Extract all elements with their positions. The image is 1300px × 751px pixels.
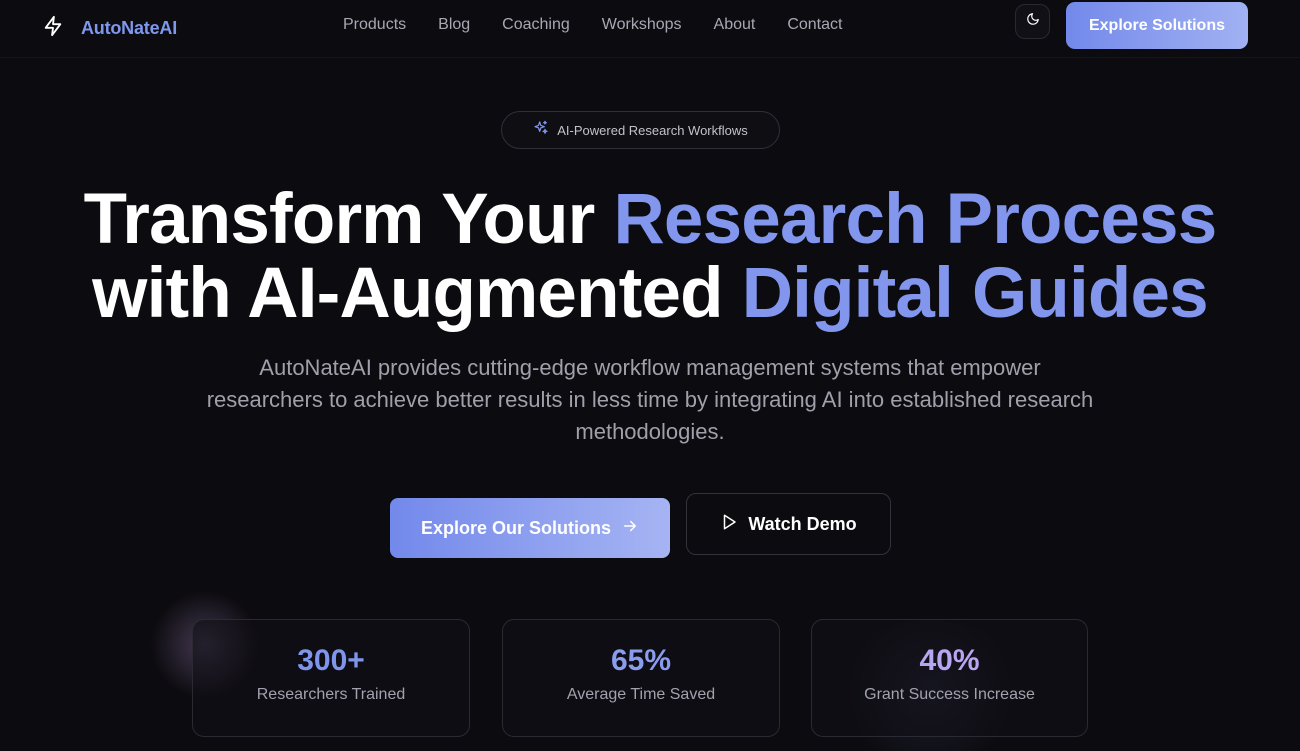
nav-link-workshops[interactable]: Workshops [602, 16, 682, 34]
explore-solutions-button[interactable]: Explore Solutions [1066, 2, 1248, 49]
stat-value: 40% [919, 644, 980, 677]
headline-line1-accent: Research Process [613, 180, 1217, 259]
moon-icon [1026, 12, 1040, 31]
nav-link-coaching[interactable]: Coaching [502, 16, 570, 34]
stat-card-researchers: 300+ Researchers Trained [192, 619, 470, 737]
nav-link-contact[interactable]: Contact [787, 16, 842, 34]
headline-line2-accent: Digital Guides [741, 254, 1209, 333]
theme-toggle-button[interactable] [1015, 4, 1050, 39]
watch-demo-button[interactable]: Watch Demo [686, 493, 891, 555]
headline-line2-plain: with AI-Augmented [92, 254, 742, 333]
arrow-right-icon [611, 517, 639, 540]
headline-line1-plain: Transform Your [83, 180, 614, 259]
stat-label: Researchers Trained [256, 686, 406, 703]
stat-value: 65% [610, 644, 672, 677]
brand-logo[interactable]: AutoNateAI [42, 14, 177, 43]
hero-subtitle: AutoNateAI provides cutting-edge workflo… [206, 355, 1094, 444]
sparkles-icon [533, 120, 557, 141]
hero-badge: AI-Powered Research Workflows [501, 111, 780, 149]
hero-headline: Transform Your Research Process with AI-… [0, 183, 1300, 331]
headline-line2: with AI-Augmented Digital Guides [92, 254, 1208, 333]
nav-link-blog[interactable]: Blog [438, 16, 470, 34]
stat-card-grant-success: 40% Grant Success Increase [811, 619, 1088, 737]
top-navbar: AutoNateAI Products Blog Coaching Worksh… [0, 0, 1300, 58]
nav-links: Products Blog Coaching Workshops About C… [343, 16, 874, 34]
stat-value: 300+ [297, 644, 365, 677]
nav-link-products[interactable]: Products [343, 16, 406, 34]
stat-label: Average Time Saved [566, 686, 716, 703]
explore-our-solutions-button[interactable]: Explore Our Solutions [390, 498, 670, 558]
stat-card-time-saved: 65% Average Time Saved [502, 619, 780, 737]
nav-link-about[interactable]: About [714, 16, 756, 34]
stat-label: Grant Success Increase [864, 686, 1035, 703]
secondary-button-label: Watch Demo [748, 513, 857, 534]
headline-line1: Transform Your Research Process [83, 180, 1218, 259]
play-icon [720, 513, 748, 536]
lightning-bolt-icon [42, 14, 64, 43]
brand-name: AutoNateAI [81, 18, 177, 38]
primary-button-label: Explore Our Solutions [420, 517, 612, 538]
badge-text: AI-Powered Research Workflows [557, 122, 748, 138]
landing-page: AutoNateAI Products Blog Coaching Worksh… [0, 0, 1300, 751]
